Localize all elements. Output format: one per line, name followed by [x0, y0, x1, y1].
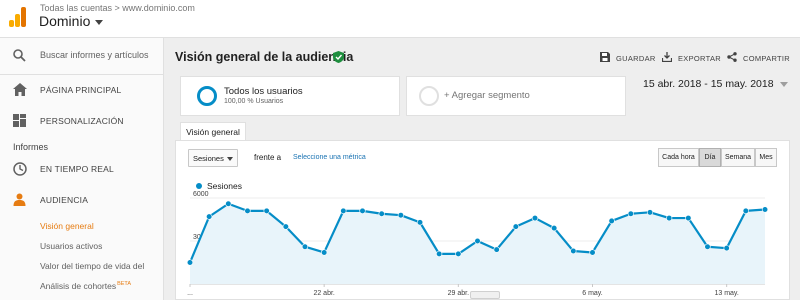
person-icon	[13, 193, 26, 206]
account-selector[interactable]: Dominio	[39, 13, 104, 29]
data-point	[608, 217, 615, 225]
segment-ring-icon	[197, 86, 217, 106]
data-point	[742, 207, 749, 215]
data-point	[627, 210, 634, 217]
data-point	[378, 210, 385, 217]
sidebar-item-label: PERSONALIZACIÓN	[40, 116, 124, 126]
data-point	[359, 207, 366, 215]
data-point	[436, 250, 443, 257]
reports-section-title: Informes	[13, 142, 49, 152]
segment-percent: 100,00 % Usuarios	[224, 98, 284, 105]
data-point	[570, 247, 577, 255]
data-point	[646, 209, 654, 216]
sidebar-item-customization[interactable]: PERSONALIZACIÓN	[0, 106, 164, 136]
data-point	[685, 214, 692, 222]
metric-select[interactable]: Sesiones	[188, 149, 238, 167]
analytics-logo-icon[interactable]	[9, 7, 27, 27]
sidebar-subitem-overview[interactable]: Visión general	[40, 221, 94, 231]
data-point	[263, 207, 270, 215]
sidebar-subitem-label: Análisis de cohortes	[40, 281, 117, 291]
search-placeholder: Buscar informes y artículos	[40, 50, 149, 60]
data-point	[397, 212, 404, 219]
export-label: EXPORTAR	[678, 54, 721, 63]
data-point	[301, 243, 309, 250]
top-bar: Todas las cuentas > www.dominio.com Domi…	[0, 0, 800, 38]
dashboard-icon	[13, 114, 26, 127]
breadcrumb[interactable]: Todas las cuentas > www.dominio.com	[40, 3, 195, 13]
save-label: GUARDAR	[616, 54, 656, 63]
main-content: Visión general de la audiencia GUARDAR E…	[165, 38, 800, 300]
data-point	[282, 223, 289, 230]
sessions-chart[interactable]: 60003000...22 abr.29 abr.6 may.13 may.	[175, 186, 780, 298]
account-name: Dominio	[39, 13, 91, 29]
data-point	[206, 213, 213, 220]
data-point	[589, 249, 596, 256]
search-icon	[13, 49, 26, 62]
segment-empty-ring-icon	[419, 86, 439, 106]
granularity-hourly-button[interactable]: Cada hora	[658, 148, 699, 167]
x-tick-label: 22 abr.	[313, 290, 334, 297]
tab-overview[interactable]: Visión general	[180, 122, 246, 141]
select-metric-link[interactable]: Seleccione una métrica	[293, 154, 366, 161]
export-icon	[662, 52, 672, 62]
data-point	[531, 214, 539, 222]
data-point	[666, 214, 673, 222]
y-tick-label: 6000	[193, 191, 209, 198]
data-point	[225, 200, 232, 207]
granularity-week-button[interactable]: Semana	[721, 148, 755, 167]
sidebar-item-realtime[interactable]: EN TIEMPO REAL	[0, 154, 164, 184]
sidebar-item-label: EN TIEMPO REAL	[40, 164, 114, 174]
data-point	[455, 250, 462, 257]
versus-label: frente a	[254, 153, 282, 162]
sidebar-subitem-active-users[interactable]: Usuarios activos	[40, 241, 102, 251]
home-icon	[13, 83, 27, 96]
data-point	[340, 207, 347, 215]
date-range-label: 15 abr. 2018 - 15 may. 2018	[643, 78, 774, 90]
caret-down-icon	[95, 19, 104, 25]
date-range-picker[interactable]: 15 abr. 2018 - 15 may. 2018	[643, 78, 788, 90]
add-segment-button[interactable]: + Agregar segmento	[406, 76, 626, 116]
sidebar-item-label: PÁGINA PRINCIPAL	[40, 85, 122, 95]
data-point	[704, 243, 711, 250]
data-point	[551, 224, 558, 232]
sidebar-search[interactable]: Buscar informes y artículos	[0, 38, 164, 75]
data-point	[321, 249, 328, 256]
x-tick-label: 6 may.	[582, 290, 603, 297]
granularity-day-button[interactable]: Día	[699, 148, 721, 167]
clock-icon	[13, 162, 27, 176]
data-point	[512, 223, 519, 230]
chart-scroll-handle[interactable]	[470, 291, 500, 299]
sidebar-item-label: AUDIENCIA	[40, 195, 89, 205]
data-point	[244, 207, 251, 215]
data-point	[761, 206, 769, 213]
metric-select-label: Sesiones	[193, 154, 224, 163]
granularity-month-button[interactable]: Mes	[755, 148, 777, 167]
page-title: Visión general de la audiencia	[175, 50, 354, 64]
sidebar-subitem-cohort[interactable]: Análisis de cohortesBETA	[40, 281, 131, 291]
add-segment-label: + Agregar segmento	[444, 90, 530, 101]
verified-shield-icon	[333, 51, 344, 63]
segment-name: Todos los usuarios	[224, 86, 303, 97]
sidebar-subitem-lifetime-value[interactable]: Valor del tiempo de vida del	[40, 261, 144, 271]
sidebar: Buscar informes y artículos PÁGINA PRINC…	[0, 38, 164, 300]
data-point	[723, 245, 730, 252]
segment-all-users[interactable]: Todos los usuarios 100,00 % Usuarios	[180, 76, 400, 116]
x-tick-label: ...	[187, 290, 193, 297]
beta-badge: BETA	[117, 281, 132, 288]
data-point	[186, 259, 194, 266]
x-tick-label: 13 may.	[714, 290, 738, 297]
data-point	[474, 237, 481, 245]
data-point	[493, 246, 500, 253]
x-tick-label: 29 abr.	[448, 290, 469, 297]
data-point	[416, 219, 424, 226]
caret-down-icon	[779, 81, 788, 87]
save-icon	[600, 52, 610, 62]
caret-down-icon	[227, 157, 233, 161]
share-icon	[727, 52, 737, 62]
share-label: COMPARTIR	[743, 54, 791, 63]
sidebar-item-audience[interactable]: AUDIENCIA	[0, 185, 164, 215]
sidebar-item-home[interactable]: PÁGINA PRINCIPAL	[0, 75, 164, 105]
